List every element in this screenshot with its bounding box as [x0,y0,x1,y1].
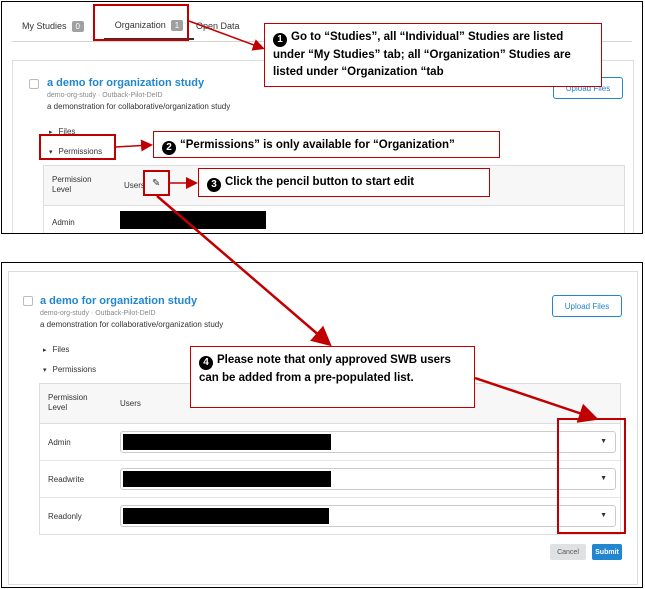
callout-step2: 2 “Permissions” is only available for “Or… [153,131,500,158]
permission-level-label: Readonly [48,512,82,521]
tab-label: Open Data [196,21,240,31]
cancel-button[interactable]: Cancel [550,544,586,560]
files-accordion[interactable]: ▸ Files [43,345,69,354]
tab-open-data[interactable]: Open Data [196,12,240,40]
step-number-badge: 2 [162,140,176,155]
bottom-screenshot-panel: a demo for organization study demo-org-s… [1,262,643,588]
callout-step4: 4 Please note that only approved SWB user… [190,346,475,408]
tab-my-studies[interactable]: My Studies 0 [22,12,84,40]
permissions-accordion[interactable]: ▾ Permissions [43,365,96,374]
files-label: Files [52,345,70,354]
redacted-users [123,471,331,487]
callout-step3: 3 Click the pencil button to start edit [198,168,490,197]
highlight-permissions [39,134,116,160]
study-subtitle: demo-org-study · Outback-Pilot-DeID [40,310,156,317]
redacted-users [123,508,329,524]
permission-row-readwrite: Readwrite ▼ [40,461,620,498]
study-card: a demo for organization study demo-org-s… [8,271,638,585]
study-description: a demonstration for collaborative/organi… [40,320,224,329]
permission-level-label: Readwrite [48,475,85,484]
permission-level-header: Permission Level [52,175,92,194]
callout-text: Go to “Studies”, all “Individual” Studie… [273,31,571,78]
permission-level-label: Admin [52,218,75,227]
step-number-badge: 1 [273,32,287,47]
step-number-badge: 3 [207,177,221,192]
callout-step1: 1 Go to “Studies”, all “Individual” Studi… [264,23,602,87]
permissions-label: Permissions [52,365,97,374]
users-header: Users [124,181,145,190]
tab-count-badge: 0 [71,20,84,32]
highlight-dropdowns [557,418,626,534]
step-number-badge: 4 [199,355,213,370]
study-select-checkbox[interactable] [23,296,33,306]
study-subtitle: demo-org-study · Outback-Pilot-DeID [47,92,163,99]
caret-right-icon: ▸ [43,346,47,354]
permission-level-header: Permission Level [48,393,88,412]
permission-row-readonly: Readonly ▼ [40,498,620,535]
redacted-users [120,211,266,229]
redacted-users [123,434,331,450]
study-description: a demonstration for collaborative/organi… [47,102,231,111]
permission-row-admin: Admin ▼ [40,424,620,461]
users-header: Users [120,399,141,408]
highlight-organization-tab [93,4,189,41]
users-dropdown[interactable]: ▼ [120,505,616,527]
highlight-pencil [143,170,170,196]
permission-row-admin: Admin [44,206,624,233]
permission-level-label: Admin [48,438,71,447]
submit-button[interactable]: Submit [592,544,622,560]
study-title[interactable]: a demo for organization study [47,77,204,89]
callout-text: Click the pencil button to start edit [225,176,415,188]
users-dropdown[interactable]: ▼ [120,431,616,453]
caret-down-icon: ▾ [43,366,47,374]
study-title[interactable]: a demo for organization study [40,295,197,307]
study-select-checkbox[interactable] [29,79,39,89]
callout-text: Please note that only approved SWB users… [199,354,451,384]
upload-files-button[interactable]: Upload Files [552,295,622,317]
tab-label: My Studies [22,21,67,31]
users-dropdown[interactable]: ▼ [120,468,616,490]
callout-text: “Permissions” is only available for “Org… [180,139,455,151]
